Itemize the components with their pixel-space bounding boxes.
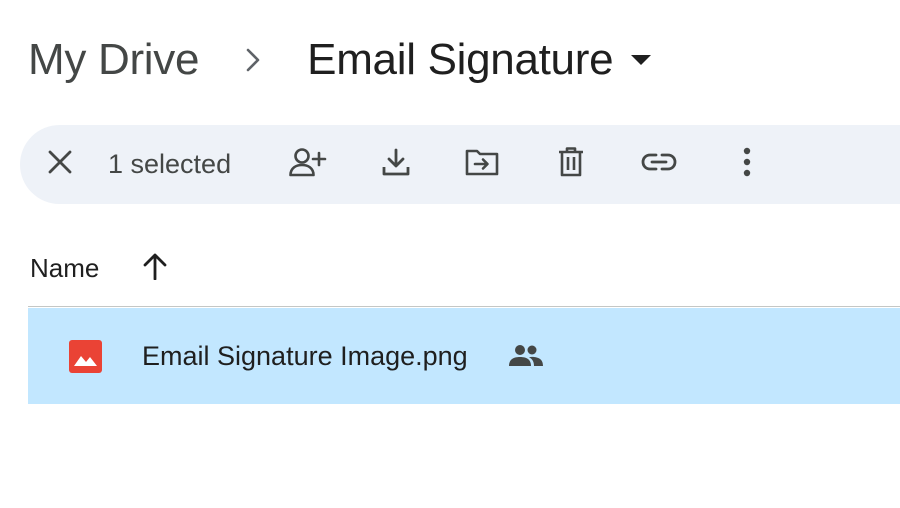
delete-button[interactable] [551,144,591,184]
download-button[interactable] [376,144,416,184]
shared-people-icon [509,344,543,368]
add-person-icon [289,147,327,182]
file-name: Email Signature Image.png [142,341,468,371]
more-actions-button[interactable] [727,144,767,184]
breadcrumb: My Drive Email Signature [28,30,653,90]
breadcrumb-my-drive[interactable]: My Drive [28,30,199,90]
name-column-header[interactable]: Name [30,253,99,284]
drive-page: My Drive Email Signature 1 selected Name… [0,0,900,508]
sort-direction-button[interactable] [135,248,175,288]
header-divider [28,306,900,307]
copy-link-button[interactable] [639,144,679,184]
image-file-icon [69,340,102,373]
selected-count: 1 selected [108,149,232,179]
file-row[interactable]: Email Signature Image.png [28,308,900,404]
caret-down-icon [631,53,653,67]
breadcrumb-current-folder[interactable]: Email Signature [307,30,653,90]
chevron-right-icon [243,30,263,90]
current-folder-label: Email Signature [307,35,614,84]
share-button[interactable] [288,144,328,184]
link-icon [641,152,677,177]
download-icon [382,148,410,181]
trash-icon [558,146,584,182]
move-button[interactable] [462,144,502,184]
arrow-up-icon [142,252,168,285]
more-vert-icon [743,147,751,182]
move-to-folder-icon [465,148,499,181]
close-icon [48,150,72,179]
clear-selection-button[interactable] [40,144,80,184]
selection-toolbar: 1 selected [20,125,900,204]
list-header: Name [30,240,175,296]
